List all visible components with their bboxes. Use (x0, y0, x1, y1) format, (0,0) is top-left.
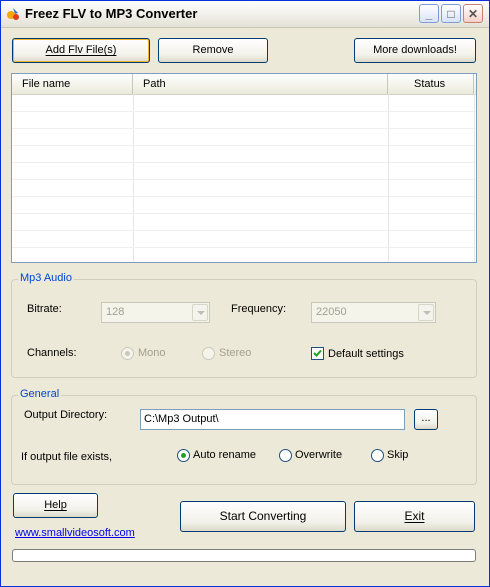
grid-line (12, 128, 476, 129)
mono-label: Mono (138, 347, 166, 359)
chevron-down-icon (192, 304, 208, 321)
checkmark-icon (313, 349, 322, 357)
help-label: Help (44, 499, 67, 511)
column-file-name-label: File name (22, 78, 71, 90)
browse-label: ... (421, 412, 431, 424)
exit-button[interactable]: Exit (354, 501, 475, 532)
minimize-icon: _ (425, 7, 433, 21)
output-directory-label: Output Directory: (24, 409, 108, 421)
start-converting-label: Start Converting (219, 509, 307, 523)
maximize-icon: □ (447, 7, 455, 21)
stereo-label: Stereo (219, 347, 252, 359)
minimize-button[interactable]: _ (419, 4, 439, 23)
start-converting-button[interactable]: Start Converting (180, 501, 346, 532)
grid-line (388, 94, 389, 262)
auto-rename-label: Auto rename (193, 449, 256, 461)
grid-line (12, 145, 476, 146)
default-settings-checkbox[interactable] (311, 347, 324, 360)
app-window: Freez FLV to MP3 Converter _ □ ✕ Add Flv… (0, 0, 490, 587)
title-bar[interactable]: Freez FLV to MP3 Converter _ □ ✕ (1, 1, 489, 28)
more-downloads-button[interactable]: More downloads! (354, 38, 476, 63)
mp3-audio-group: Mp3 Audio (11, 272, 477, 378)
close-icon: ✕ (467, 7, 479, 21)
grid-line (12, 179, 476, 180)
bitrate-select[interactable]: 128 (101, 302, 210, 323)
mono-radio[interactable] (121, 347, 134, 360)
grid-line (12, 230, 476, 231)
column-path[interactable]: Path (133, 74, 388, 94)
column-status-label: Status (414, 78, 446, 90)
overwrite-label: Overwrite (295, 449, 343, 461)
frequency-select[interactable]: 22050 (311, 302, 436, 323)
column-path-label: Path (143, 78, 166, 90)
chevron-down-icon (418, 304, 434, 321)
app-icon (7, 8, 19, 20)
bitrate-value: 128 (106, 306, 125, 318)
column-status[interactable]: Status (388, 74, 474, 94)
exit-label: Exit (404, 509, 425, 523)
add-files-button[interactable]: Add Flv File(s) (12, 38, 150, 63)
overwrite-radio[interactable] (279, 449, 292, 462)
skip-radio[interactable] (371, 449, 384, 462)
add-files-label: Add Flv File(s) (45, 44, 117, 56)
more-downloads-label: More downloads! (373, 44, 457, 56)
file-list[interactable]: File name Path Status (11, 73, 477, 263)
channels-label: Channels: (27, 347, 77, 359)
browse-button[interactable]: ... (414, 409, 438, 430)
grid-line (133, 94, 134, 262)
conversion-progress-bar (12, 549, 476, 562)
column-file-name[interactable]: File name (12, 74, 133, 94)
grid-line (474, 94, 475, 262)
frequency-label: Frequency: (231, 303, 287, 315)
grid-line (12, 162, 476, 163)
radio-dot (125, 351, 130, 356)
frequency-value: 22050 (316, 306, 347, 318)
help-button[interactable]: Help (13, 493, 98, 518)
file-list-header: File name Path Status (12, 74, 476, 95)
bitrate-label: Bitrate: (27, 303, 62, 315)
mp3-audio-group-label: Mp3 Audio (18, 272, 74, 284)
general-group-label: General (18, 388, 62, 400)
close-button[interactable]: ✕ (463, 4, 483, 23)
grid-line (12, 111, 476, 112)
output-directory-field[interactable] (140, 409, 405, 430)
website-link[interactable]: www.smallvideosoft.com (15, 527, 135, 539)
output-directory-input[interactable] (144, 413, 394, 425)
radio-dot (181, 453, 186, 458)
default-settings-label: Default settings (328, 348, 404, 360)
grid-line (12, 213, 476, 214)
stereo-radio[interactable] (202, 347, 215, 360)
remove-label: Remove (192, 44, 234, 56)
maximize-button[interactable]: □ (441, 4, 461, 23)
grid-line (12, 196, 476, 197)
auto-rename-radio[interactable] (177, 449, 190, 462)
remove-button[interactable]: Remove (158, 38, 268, 63)
grid-line (12, 247, 476, 248)
skip-label: Skip (387, 449, 409, 461)
file-exists-label: If output file exists, (21, 451, 113, 463)
window-title: Freez FLV to MP3 Converter (25, 6, 198, 21)
